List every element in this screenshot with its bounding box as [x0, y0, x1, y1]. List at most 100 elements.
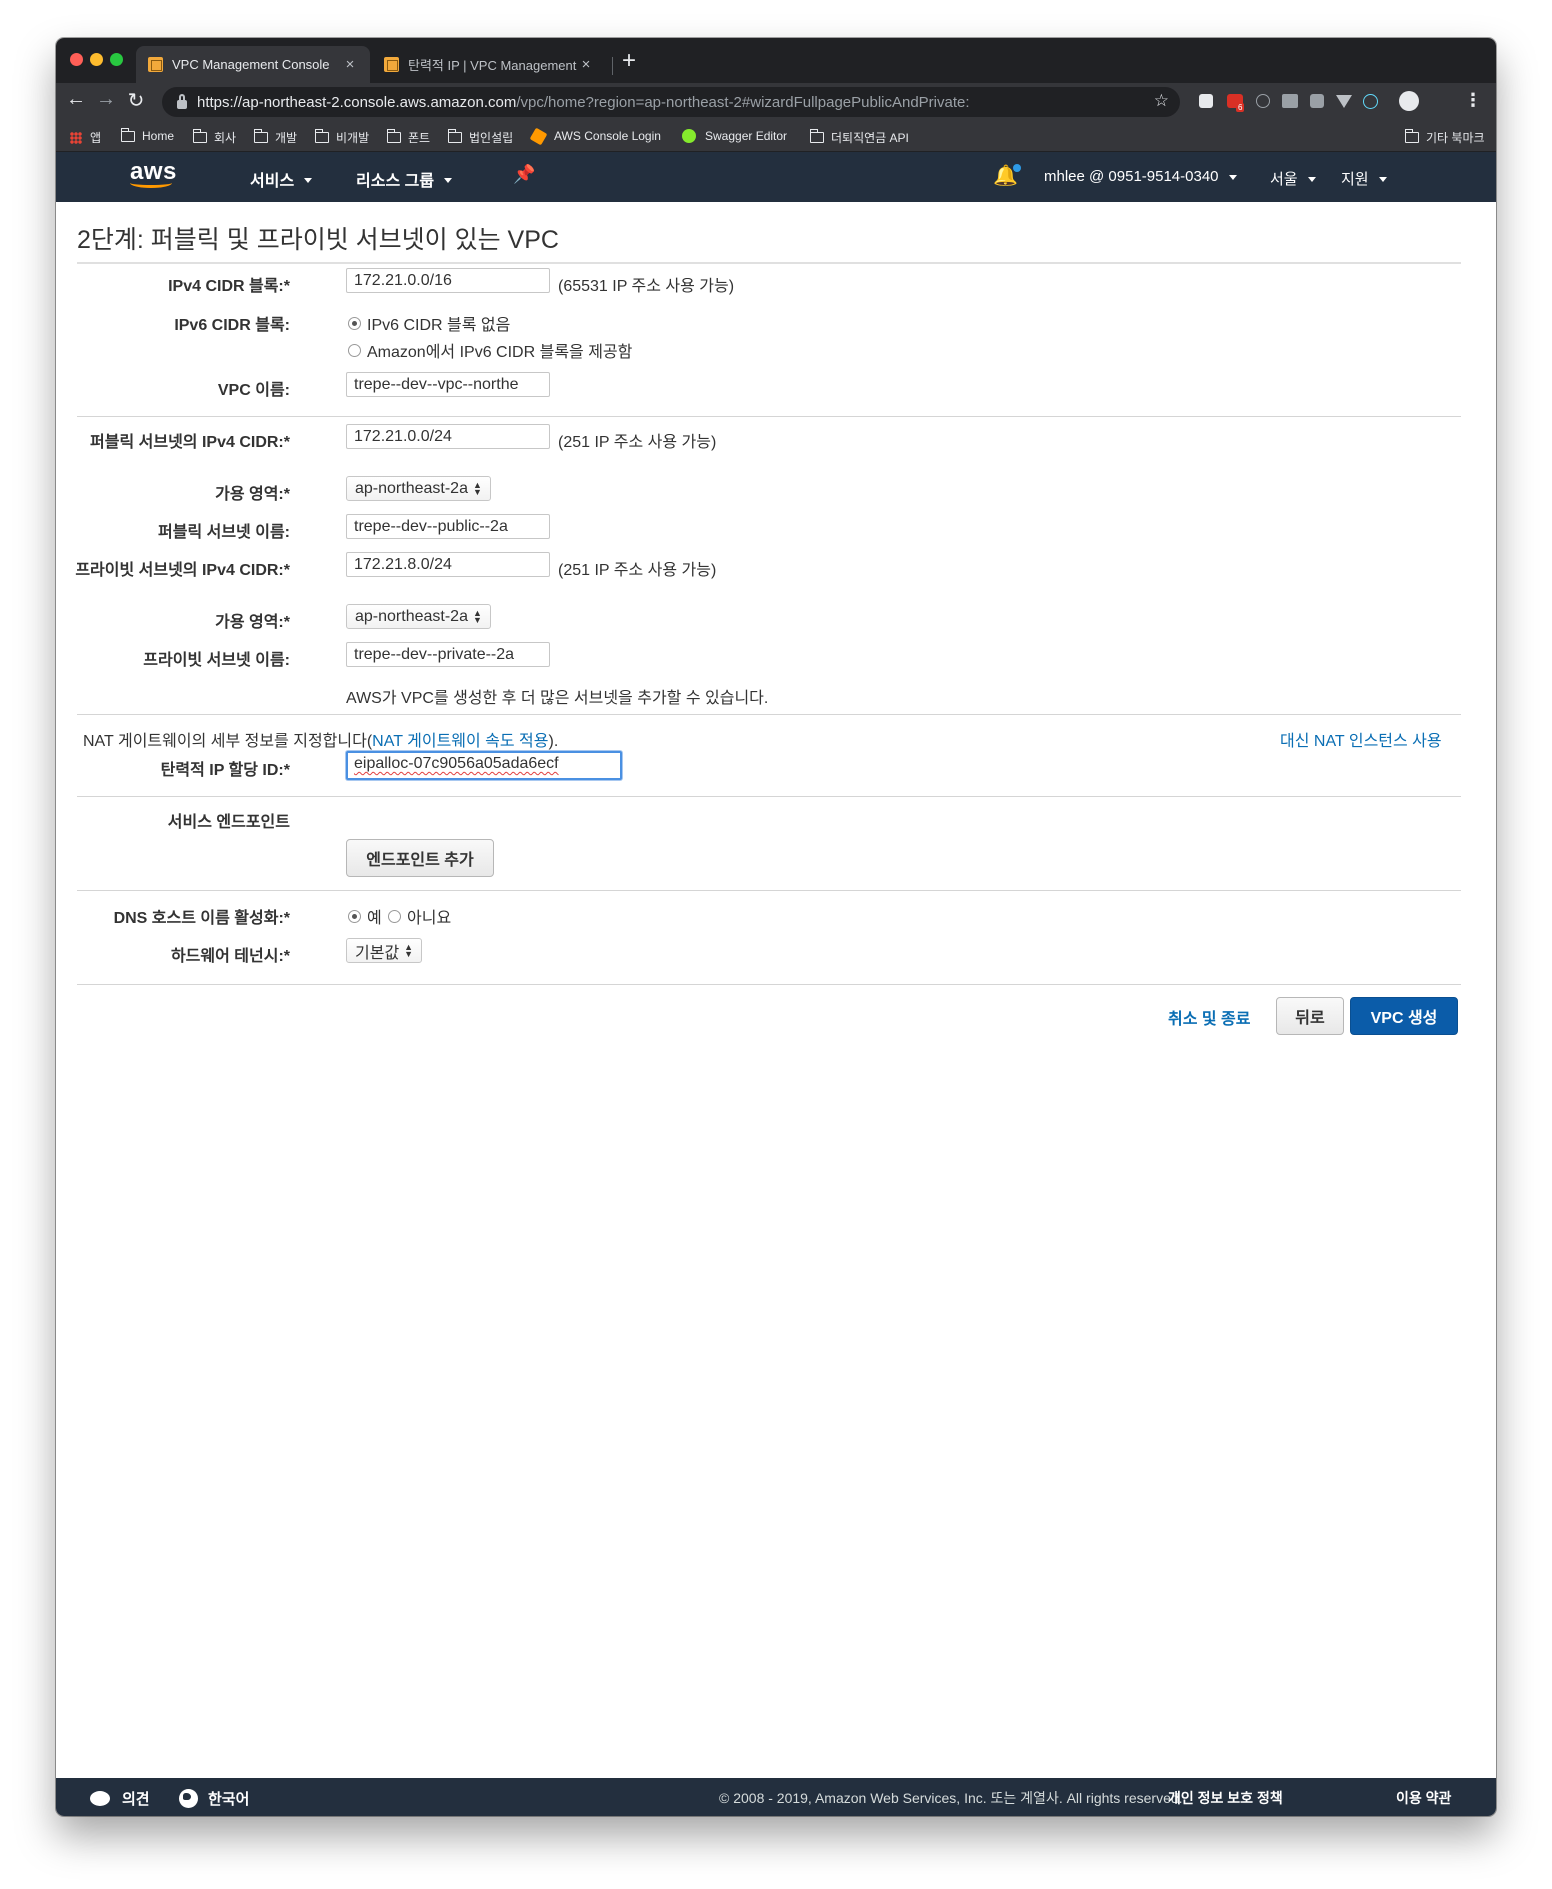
folder-icon [120, 127, 135, 142]
support-menu[interactable]: 지원 [1341, 168, 1387, 189]
services-menu[interactable]: 서비스 [250, 167, 313, 191]
folder-icon [809, 129, 824, 143]
feedback-link[interactable]: 의견 [90, 1788, 150, 1809]
public-cidr-label: 퍼블릭 서브넷의 IPv4 CIDR:* [90, 434, 290, 451]
radio-selected-icon[interactable] [348, 909, 361, 923]
divider [77, 416, 1461, 417]
extension-drive-icon[interactable] [1282, 94, 1298, 108]
reload-icon[interactable]: ↻ [122, 88, 150, 113]
private-az-select[interactable]: ap-northeast-2a ▲ ▼ [346, 604, 491, 629]
bookmark-dev[interactable]: 개발 [253, 129, 297, 146]
address-bar[interactable]: https://ap-northeast-2.console.aws.amazo… [162, 87, 1180, 117]
extension-camera-icon[interactable] [1310, 94, 1324, 108]
resource-groups-menu[interactable]: 리소스 그룹 [356, 167, 453, 191]
bookmark-star-icon[interactable]: ☆ [1154, 91, 1169, 111]
extension-vue-icon[interactable] [1336, 95, 1352, 108]
eip-allocation-input[interactable]: eipalloc-07c9056a05ada6ecf [346, 751, 622, 780]
public-cidr-input[interactable]: 172.21.0.0/24 [346, 424, 550, 449]
radio-unselected-icon[interactable] [388, 909, 401, 923]
bookmark-company[interactable]: 회사 [192, 129, 236, 146]
bookmark-fonts[interactable]: 폰트 [386, 129, 430, 146]
back-arrow-icon[interactable]: ← [62, 88, 90, 111]
ipv4-cidr-input[interactable]: 172.21.0.0/16 [346, 268, 550, 293]
tenancy-select[interactable]: 기본값 ▲ ▼ [346, 938, 423, 963]
url-path: /vpc/home?region=ap-northeast-2#wizardFu… [516, 93, 970, 111]
vpc-name-label: VPC 이름: [217, 382, 290, 399]
add-endpoint-button[interactable]: 엔드포인트 추가 [346, 839, 494, 877]
bookmarks-bar: 앱 Home 회사 개발 비개발 폰트 법인설립 AWS Console Log… [56, 121, 1496, 152]
public-az-select[interactable]: ap-northeast-2a ▲ ▼ [346, 476, 491, 501]
back-button[interactable]: 뒤로 [1276, 997, 1344, 1035]
bookmark-apps[interactable]: 앱 [70, 129, 101, 146]
privacy-policy-link[interactable]: 개인 정보 보호 정책 [1168, 1788, 1283, 1808]
minimize-window-button[interactable] [90, 53, 103, 66]
extension-react-icon[interactable] [1363, 94, 1378, 109]
ipv6-none-option[interactable]: IPv6 CIDR 블록 없음 [348, 311, 510, 335]
bookmark-pension-api[interactable]: 더퇴직연금 API [809, 129, 909, 146]
bookmark-other[interactable]: 기타 북마크 [1404, 129, 1485, 146]
chevron-down-icon [304, 177, 313, 183]
folder-icon [253, 129, 268, 143]
public-name-input[interactable]: trepe--dev--public--2a [346, 514, 550, 539]
folder-icon [447, 129, 462, 143]
radio-selected-icon[interactable] [348, 316, 361, 330]
copyright: © 2008 - 2019, Amazon Web Services, Inc.… [719, 1790, 1183, 1806]
aws-logo[interactable]: aws [130, 160, 177, 188]
chevron-down-icon [1378, 177, 1387, 182]
aws-footer: 의견 한국어 © 2008 - 2019, Amazon Web Service… [56, 1778, 1496, 1816]
pin-icon[interactable]: 📌 [513, 164, 535, 185]
page-title: 2단계: 퍼블릭 및 프라이빗 서브넷이 있는 VPC [77, 226, 559, 254]
chevron-down-icon [1228, 175, 1237, 180]
zoom-window-button[interactable] [110, 53, 123, 66]
extension-gear-icon[interactable] [1199, 94, 1213, 108]
cancel-and-exit-link[interactable]: 취소 및 종료 [1168, 1005, 1251, 1029]
browser-window: VPC Management Console × 탄력적 IP | VPC Ma… [56, 38, 1496, 1816]
ipv6-amazon-option[interactable]: Amazon에서 IPv6 CIDR 블록을 제공함 [348, 338, 632, 362]
divider [77, 984, 1461, 985]
select-arrows-icon: ▲ ▼ [472, 607, 482, 625]
aws-navbar: aws 서비스 리소스 그룹 📌 🔔 mhlee @ 0951-9514-034… [56, 152, 1496, 202]
apps-grid-icon [70, 131, 82, 144]
tab-close-icon[interactable]: × [342, 56, 358, 73]
close-window-button[interactable] [70, 53, 83, 66]
aws-cube-icon [529, 127, 548, 145]
region-menu[interactable]: 서울 [1270, 168, 1316, 189]
forward-arrow-icon[interactable]: → [92, 88, 120, 111]
dns-no-option[interactable]: 아니요 [388, 904, 451, 928]
ipv4-cidr-label: IPv4 CIDR 블록:* [168, 278, 290, 295]
account-menu[interactable]: mhlee @ 0951-9514-0340 [1044, 168, 1237, 185]
terms-link[interactable]: 이용 약관 [1396, 1788, 1451, 1808]
bookmark-incorporation[interactable]: 법인설립 [447, 129, 513, 146]
divider [77, 714, 1461, 715]
vpc-name-input[interactable]: trepe--dev--vpc--northe [346, 372, 550, 397]
tab-elastic-ip[interactable]: 탄력적 IP | VPC Management Co × [372, 46, 606, 83]
bookmark-nondev[interactable]: 비개발 [314, 129, 369, 146]
new-tab-button[interactable]: + [622, 47, 636, 75]
bookmark-aws-console-login[interactable]: AWS Console Login [529, 127, 661, 145]
speech-bubble-icon [90, 1791, 110, 1806]
select-arrows-icon: ▲ ▼ [472, 479, 482, 497]
globe-icon [179, 1789, 198, 1808]
extension-info-icon[interactable] [1256, 94, 1270, 108]
tab-close-icon[interactable]: × [578, 56, 594, 73]
public-cidr-hint: (251 IP 주소 사용 가능) [558, 434, 717, 451]
create-vpc-button[interactable]: VPC 생성 [1350, 997, 1458, 1035]
wizard-content: 2단계: 퍼블릭 및 프라이빗 서브넷이 있는 VPC IPv4 CIDR 블록… [56, 202, 1496, 1778]
tab-separator [612, 57, 613, 75]
folder-icon [192, 129, 207, 143]
use-nat-instance-link[interactable]: 대신 NAT 인스턴스 사용 [1280, 727, 1442, 751]
nat-pricing-link[interactable]: NAT 게이트웨이 속도 적용 [372, 733, 548, 750]
dns-yes-option[interactable]: 예 [348, 904, 382, 928]
language-selector[interactable]: 한국어 [179, 1788, 249, 1809]
private-cidr-input[interactable]: 172.21.8.0/24 [346, 552, 550, 577]
bookmark-home[interactable]: Home [120, 127, 174, 143]
tab-vpc-console[interactable]: VPC Management Console × [136, 46, 370, 83]
divider [77, 796, 1461, 797]
tab-strip: VPC Management Console × 탄력적 IP | VPC Ma… [56, 38, 1496, 83]
bookmark-swagger-editor[interactable]: Swagger Editor [682, 129, 787, 143]
browser-menu-icon[interactable]: ⋮ [1464, 90, 1482, 111]
private-name-input[interactable]: trepe--dev--private--2a [346, 642, 550, 667]
notification-dot [1013, 164, 1021, 172]
profile-avatar[interactable] [1399, 91, 1419, 111]
radio-unselected-icon[interactable] [348, 343, 361, 357]
